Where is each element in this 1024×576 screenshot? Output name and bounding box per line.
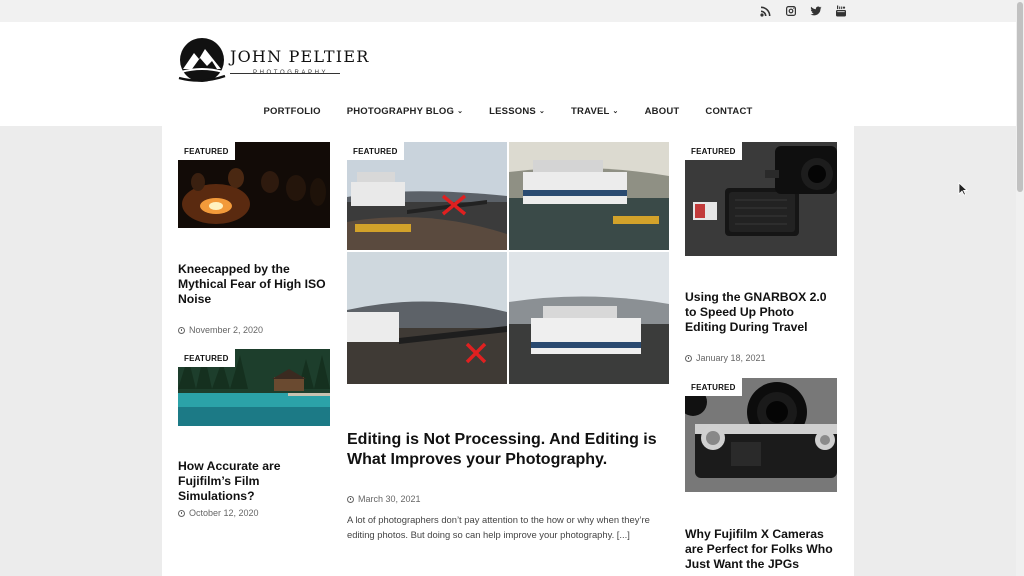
post-date-gnarbox: January 18, 2021 (685, 353, 766, 363)
logo-subtitle: PHOTOGRAPHY (253, 70, 329, 76)
post-date-editing: March 30, 2021 (347, 494, 421, 504)
main-nav: PORTFOLIO PHOTOGRAPHY BLOG ⌄ LESSONS ⌄ T… (0, 106, 1016, 117)
date-text: October 12, 2020 (189, 508, 259, 518)
post-thumbnail-editing[interactable]: FEATURED (347, 142, 669, 384)
post-date-campfire: November 2, 2020 (178, 325, 263, 335)
post-title-gnarbox[interactable]: Using the GNARBOX 2.0 to Speed Up Photo … (685, 290, 837, 335)
nav-label: PHOTOGRAPHY BLOG (346, 106, 455, 117)
top-bar (0, 0, 1016, 22)
post-title-lake[interactable]: How Accurate are Fujifilm’s Film Simulat… (178, 459, 330, 504)
nav-label: CONTACT (705, 106, 753, 117)
featured-badge: FEATURED (347, 142, 404, 160)
rss-icon[interactable] (759, 4, 773, 18)
nav-item-portfolio[interactable]: PORTFOLIO (263, 106, 320, 117)
post-date-lake: October 12, 2020 (178, 508, 259, 518)
post-title-campfire[interactable]: Kneecapped by the Mythical Fear of High … (178, 262, 330, 307)
date-text: March 30, 2021 (358, 494, 421, 504)
nav-label: PORTFOLIO (263, 106, 321, 117)
site-logo[interactable]: JOHN PELTIER PHOTOGRAPHY (177, 36, 368, 86)
chevron-down-icon: ⌄ (457, 108, 464, 115)
clock-icon (178, 509, 185, 517)
mountain-logo-icon (178, 38, 226, 82)
clock-icon (178, 326, 185, 334)
site-header: JOHN PELTIER PHOTOGRAPHY PORTFOLIO PHOTO… (0, 22, 1016, 126)
nav-label: TRAVEL (571, 106, 610, 117)
post-excerpt-editing: A lot of photographers don’t pay attenti… (347, 514, 650, 540)
post-title-editing[interactable]: Editing is Not Processing. And Editing i… (347, 430, 669, 470)
clock-icon (685, 354, 692, 362)
page-scrollbar[interactable] (1016, 0, 1024, 576)
nav-item-lessons[interactable]: LESSONS ⌄ (489, 106, 545, 117)
post-thumbnail-fujifilm[interactable]: FEATURED (685, 378, 837, 492)
chevron-down-icon: ⌄ (538, 108, 546, 115)
post-title-fujifilm[interactable]: Why Fujifilm X Cameras are Perfect for F… (685, 527, 845, 572)
date-text: November 2, 2020 (189, 325, 264, 335)
social-links (759, 4, 848, 18)
featured-badge: FEATURED (178, 142, 235, 160)
instagram-icon[interactable] (784, 4, 798, 18)
post-thumbnail-gnarbox[interactable]: FEATURED (685, 142, 837, 256)
nav-item-contact[interactable]: CONTACT (705, 106, 752, 117)
chevron-down-icon: ⌄ (612, 108, 619, 115)
nav-item-photography-blog[interactable]: PHOTOGRAPHY BLOG ⌄ (347, 106, 463, 117)
nav-label: LESSONS (489, 106, 536, 117)
nav-item-travel[interactable]: TRAVEL ⌄ (571, 106, 619, 117)
post-thumbnail-lake[interactable]: FEATURED (178, 349, 330, 426)
logo-name: JOHN PELTIER (230, 47, 370, 66)
featured-badge: FEATURED (178, 349, 235, 367)
twitter-icon[interactable] (809, 4, 823, 18)
post-grid: FEATURED Kneecapped by the Mythical Fear… (162, 126, 854, 576)
post-thumbnail-campfire[interactable]: FEATURED (178, 142, 330, 228)
mouse-cursor-icon (958, 182, 968, 196)
youtube-icon[interactable] (834, 4, 848, 18)
date-text: January 18, 2021 (696, 353, 766, 363)
featured-badge: FEATURED (685, 142, 742, 160)
featured-badge: FEATURED (685, 378, 742, 396)
nav-label: ABOUT (644, 106, 680, 117)
clock-icon (347, 495, 354, 503)
scrollbar-thumb[interactable] (1017, 2, 1023, 192)
nav-item-about[interactable]: ABOUT (645, 106, 680, 117)
